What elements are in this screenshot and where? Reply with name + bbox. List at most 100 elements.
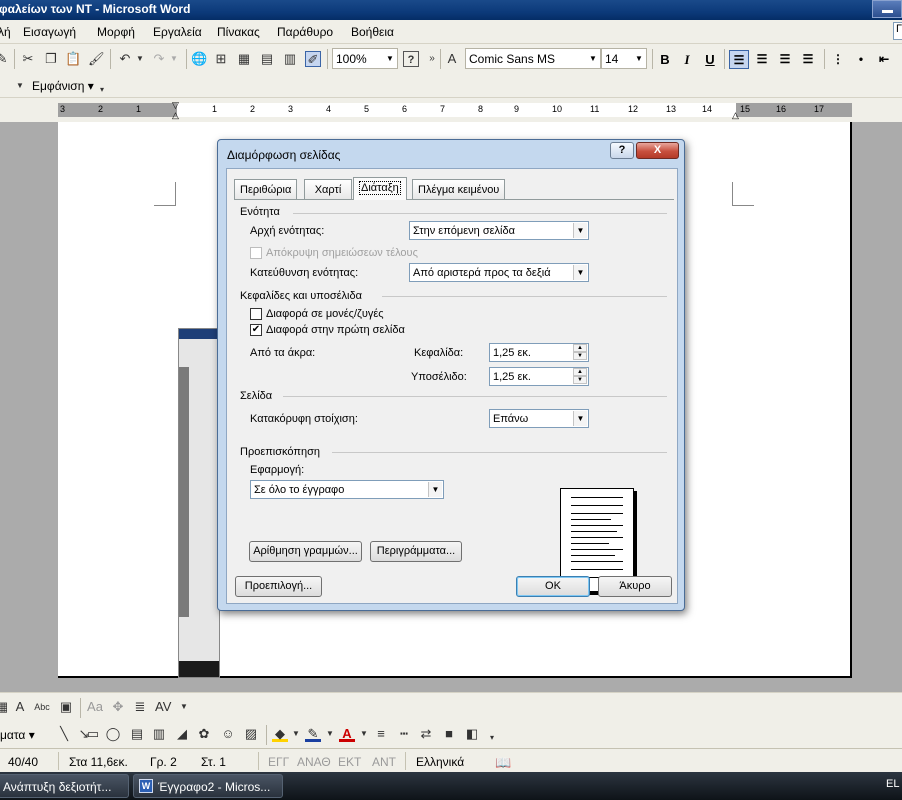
menu-help[interactable]: Βοήθεια (351, 25, 394, 39)
columns-icon[interactable]: ▥ (282, 51, 298, 67)
spin-down-icon[interactable]: ▼ (573, 352, 587, 360)
italic-button[interactable]: I (677, 50, 697, 69)
clipart-icon[interactable]: ☺ (220, 726, 236, 742)
right-indent-icon[interactable]: △ (732, 110, 739, 121)
pen-icon[interactable]: ✎ (0, 51, 10, 67)
diagram-icon[interactable]: ✿ (196, 726, 212, 742)
oval-icon[interactable]: ◯ (105, 726, 121, 742)
cancel-button[interactable]: Άκυρο (598, 576, 672, 597)
line-numbers-button[interactable]: Αρίθμηση γραμμών... (249, 541, 362, 562)
menu-tools[interactable]: Εργαλεία (153, 25, 202, 39)
spin-up-icon[interactable]: ▲ (573, 368, 587, 376)
bold-button[interactable]: B (655, 50, 675, 69)
menu-file[interactable]: λή (0, 25, 11, 39)
spin-up-icon[interactable]: ▲ (573, 344, 587, 352)
section-start-select[interactable]: Στην επόμενη σελίδα ▼ (409, 221, 589, 240)
horizontal-ruler[interactable]: 3 2 1 1 2 3 4 5 6 7 8 9 10 11 12 13 14 1… (0, 98, 902, 122)
textbox-icon[interactable]: ▤ (129, 726, 145, 742)
dialog-close-button[interactable]: X (636, 142, 679, 159)
taskbar-button-document-2[interactable]: W Έγγραφο2 - Micros... (133, 774, 283, 798)
toolbar-options-icon[interactable]: ▾ (484, 730, 500, 746)
section-direction-select[interactable]: Από αριστερά προς τα δεξιά ▼ (409, 263, 589, 282)
line-style-icon[interactable]: ≡ (373, 726, 389, 742)
menu-window[interactable]: Παράθυρο (277, 25, 333, 39)
view-menu-button[interactable]: Εμφάνιση ▾ (32, 79, 94, 93)
picture-icon[interactable]: ▨ (243, 726, 259, 742)
undo-dropdown-icon[interactable]: ▼ (132, 51, 148, 67)
minimize-button[interactable] (872, 0, 902, 18)
paste-icon[interactable]: 📋 (65, 51, 81, 67)
odd-even-checkbox[interactable] (250, 308, 262, 320)
copy-icon[interactable]: ❐ (43, 51, 59, 67)
menu-table[interactable]: Πίνακας (217, 25, 260, 39)
underline-button[interactable]: U (700, 50, 720, 69)
align-right-button[interactable]: ☰ (775, 50, 795, 69)
zoom-select[interactable]: 100% ▼ (332, 48, 398, 69)
header-distance-spinner[interactable]: 1,25 εκ. ▲ ▼ (489, 343, 589, 362)
wordart-spacing-icon[interactable]: AV (155, 699, 171, 715)
menu-format[interactable]: Μορφή (97, 25, 135, 39)
suppress-endnotes-checkbox[interactable] (250, 247, 262, 259)
styles-icon[interactable]: A (444, 51, 460, 67)
format-painter-icon[interactable]: 🖌 (88, 51, 105, 67)
font-size-select[interactable]: 14 ▼ (601, 48, 647, 69)
wordart-shape-icon[interactable]: Aa (87, 699, 103, 715)
default-button[interactable]: Προεπιλογή... (235, 576, 322, 597)
status-record-macro[interactable]: ΕΓΓ (268, 755, 289, 769)
chevron-down-icon[interactable]: ▼ (288, 726, 304, 742)
status-extend[interactable]: ΕΚΤ (338, 755, 361, 769)
chevron-down-icon[interactable]: ▼ (12, 78, 28, 94)
chevron-down-icon[interactable]: ▼ (176, 699, 192, 715)
vertical-alignment-select[interactable]: Επάνω ▼ (489, 409, 589, 428)
chevron-down-icon[interactable]: ▼ (356, 726, 372, 742)
footer-distance-spinner[interactable]: 1,25 εκ. ▲ ▼ (489, 367, 589, 386)
font-color-icon[interactable]: A (339, 726, 355, 742)
rectangle-icon[interactable]: ▭ (85, 726, 101, 742)
status-language[interactable]: Ελληνικά (416, 755, 464, 769)
justify-button[interactable]: ☰ (798, 50, 818, 69)
dialog-help-button[interactable]: ? (610, 142, 634, 159)
tab-layout[interactable]: Διάταξη (353, 177, 407, 200)
dash-style-icon[interactable]: ┅ (396, 726, 412, 742)
redo-icon[interactable]: ↷ (151, 51, 167, 67)
drawing-icon[interactable]: ✐ (305, 51, 321, 67)
borders-button[interactable]: Περιγράμματα... (370, 541, 462, 562)
align-left-button[interactable]: ☰ (729, 50, 749, 69)
insert-table-icon[interactable]: ▦ (236, 51, 252, 67)
numbering-button[interactable]: ⋮ (828, 50, 848, 69)
ok-button[interactable]: OK (516, 576, 590, 597)
line-icon[interactable]: ╲ (56, 726, 72, 742)
fill-color-icon[interactable]: ◆ (272, 726, 288, 742)
cut-icon[interactable]: ✂ (20, 51, 36, 67)
spelling-status-icon[interactable]: 📖 (495, 755, 511, 771)
apply-to-select[interactable]: Σε όλο το έγγραφο ▼ (250, 480, 444, 499)
arrow-style-icon[interactable]: ⇄ (418, 726, 434, 742)
align-center-button[interactable]: ☰ (752, 50, 772, 69)
wordart-same-height-icon[interactable]: ≣ (132, 699, 148, 715)
help-icon[interactable]: ? (403, 51, 419, 67)
wordart-gallery-icon[interactable]: Abc (34, 699, 50, 715)
font-select[interactable]: Comic Sans MS ▼ (465, 48, 601, 69)
first-page-checkbox[interactable]: ✔ (250, 324, 262, 336)
textbox-icon[interactable]: ▦ (0, 699, 10, 715)
chevron-down-icon[interactable]: ▼ (322, 726, 338, 742)
decrease-indent-button[interactable]: ⇤ (874, 50, 894, 69)
taskbar-button-document-1[interactable]: Ανάπτυξη δεξιοτήτ... (0, 774, 129, 798)
spin-down-icon[interactable]: ▼ (573, 376, 587, 384)
hyperlink-icon[interactable]: 🌐 (191, 51, 207, 67)
tables-borders-icon[interactable]: ⊞ (213, 51, 229, 67)
ask-question-field[interactable]: Γ (893, 22, 902, 40)
wordart-wrap-icon[interactable]: ✥ (110, 699, 126, 715)
tab-paper[interactable]: Χαρτί (304, 179, 352, 199)
taskbar-language-indicator[interactable]: EL (886, 778, 899, 790)
line-color-icon[interactable]: ✎ (305, 726, 321, 742)
insert-excel-icon[interactable]: ▤ (259, 51, 275, 67)
status-track-changes[interactable]: ΑΝΑΘ (297, 755, 331, 769)
3d-style-icon[interactable]: ◧ (464, 726, 480, 742)
format-wordart-icon[interactable]: ▣ (58, 699, 74, 715)
menu-insert[interactable]: Εισαγωγή (23, 25, 76, 39)
left-indent-icon[interactable]: △ (172, 110, 179, 121)
wordart-icon[interactable]: ◢ (174, 726, 190, 742)
tab-margins[interactable]: Περιθώρια (234, 179, 298, 199)
vertical-textbox-icon[interactable]: ▥ (151, 726, 167, 742)
